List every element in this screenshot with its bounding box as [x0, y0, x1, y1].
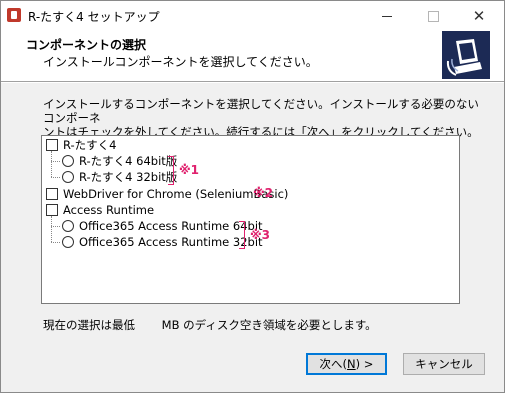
computer-install-icon: [442, 31, 490, 79]
component-list[interactable]: R-たすく4 R-たすく4 64bit版 R-たすく4 32bit版 WebDr…: [41, 135, 460, 304]
window-title: R-たすく4 セットアップ: [28, 10, 160, 24]
setup-window: R-たすく4 セットアップ ✕ コンポーネントの選択 インストールコンポーネント…: [0, 0, 505, 393]
instructions-line-1: インストールするコンポーネントを選択してください。インストールする必要のないコン…: [43, 97, 479, 125]
option-label: Office365 Access Runtime 32bit: [79, 235, 263, 249]
option-r-tasuku4-32bit[interactable]: R-たすく4 32bit版: [62, 169, 177, 185]
close-icon: ✕: [472, 6, 486, 25]
checkbox[interactable]: [46, 188, 58, 200]
option-label: Office365 Access Runtime 64bit: [79, 219, 263, 233]
next-button[interactable]: 次へ(N) >: [306, 353, 387, 375]
tree-connector: [51, 161, 60, 162]
next-button-label-suffix: ) >: [355, 357, 374, 371]
annotation-bracket-3: [239, 221, 245, 249]
maximize-icon: [427, 10, 439, 22]
component-label: R-たすく4: [63, 138, 117, 152]
header-separator: [1, 81, 504, 83]
close-button[interactable]: ✕: [456, 1, 502, 31]
page-title: コンポーネントの選択: [26, 38, 147, 52]
checkbox[interactable]: [46, 204, 58, 216]
tree-connector: [51, 242, 60, 243]
annotation-note-1: ※1: [179, 163, 200, 177]
title-bar: R-たすく4 セットアップ ✕: [1, 1, 504, 31]
annotation-note-3: ※3: [250, 228, 271, 242]
checkbox[interactable]: [46, 139, 58, 151]
tree-connector: [51, 226, 60, 227]
tree-connector: [51, 177, 60, 178]
instructions: インストールするコンポーネントを選択してください。インストールする必要のないコン…: [43, 97, 483, 139]
component-label: Access Runtime: [63, 203, 155, 217]
component-access-runtime[interactable]: Access Runtime: [46, 202, 154, 218]
option-r-tasuku4-64bit[interactable]: R-たすく4 64bit版: [62, 153, 177, 169]
radio-button[interactable]: [62, 236, 74, 248]
next-button-accel-key: N: [347, 357, 356, 371]
cancel-button[interactable]: キャンセル: [403, 353, 485, 375]
minimize-button[interactable]: [364, 1, 410, 31]
wizard-header: コンポーネントの選択 インストールコンポーネントを選択してください。: [1, 31, 504, 81]
option-access-runtime-32bit[interactable]: Office365 Access Runtime 32bit: [62, 234, 263, 250]
radio-button[interactable]: [62, 220, 74, 232]
minimize-icon: [382, 15, 392, 17]
option-label: R-たすく4 64bit版: [79, 154, 178, 168]
radio-button[interactable]: [62, 171, 74, 183]
disk-space-requirement: 現在の選択は最低 MB のディスク空き領域を必要とします。: [43, 318, 377, 332]
app-icon: [7, 8, 21, 22]
annotation-bracket-1: [168, 156, 174, 185]
option-label: R-たすく4 32bit版: [79, 170, 178, 184]
next-button-label-prefix: 次へ(: [319, 357, 348, 371]
tree-connector: [51, 151, 52, 177]
radio-button[interactable]: [62, 155, 74, 167]
option-access-runtime-64bit[interactable]: Office365 Access Runtime 64bit: [62, 218, 263, 234]
page-subtitle: インストールコンポーネントを選択してください。: [43, 55, 318, 69]
component-r-tasuku4[interactable]: R-たすく4: [46, 137, 117, 153]
maximize-button: [410, 1, 456, 31]
annotation-note-2: ※2: [253, 186, 274, 200]
tree-connector: [51, 216, 52, 242]
